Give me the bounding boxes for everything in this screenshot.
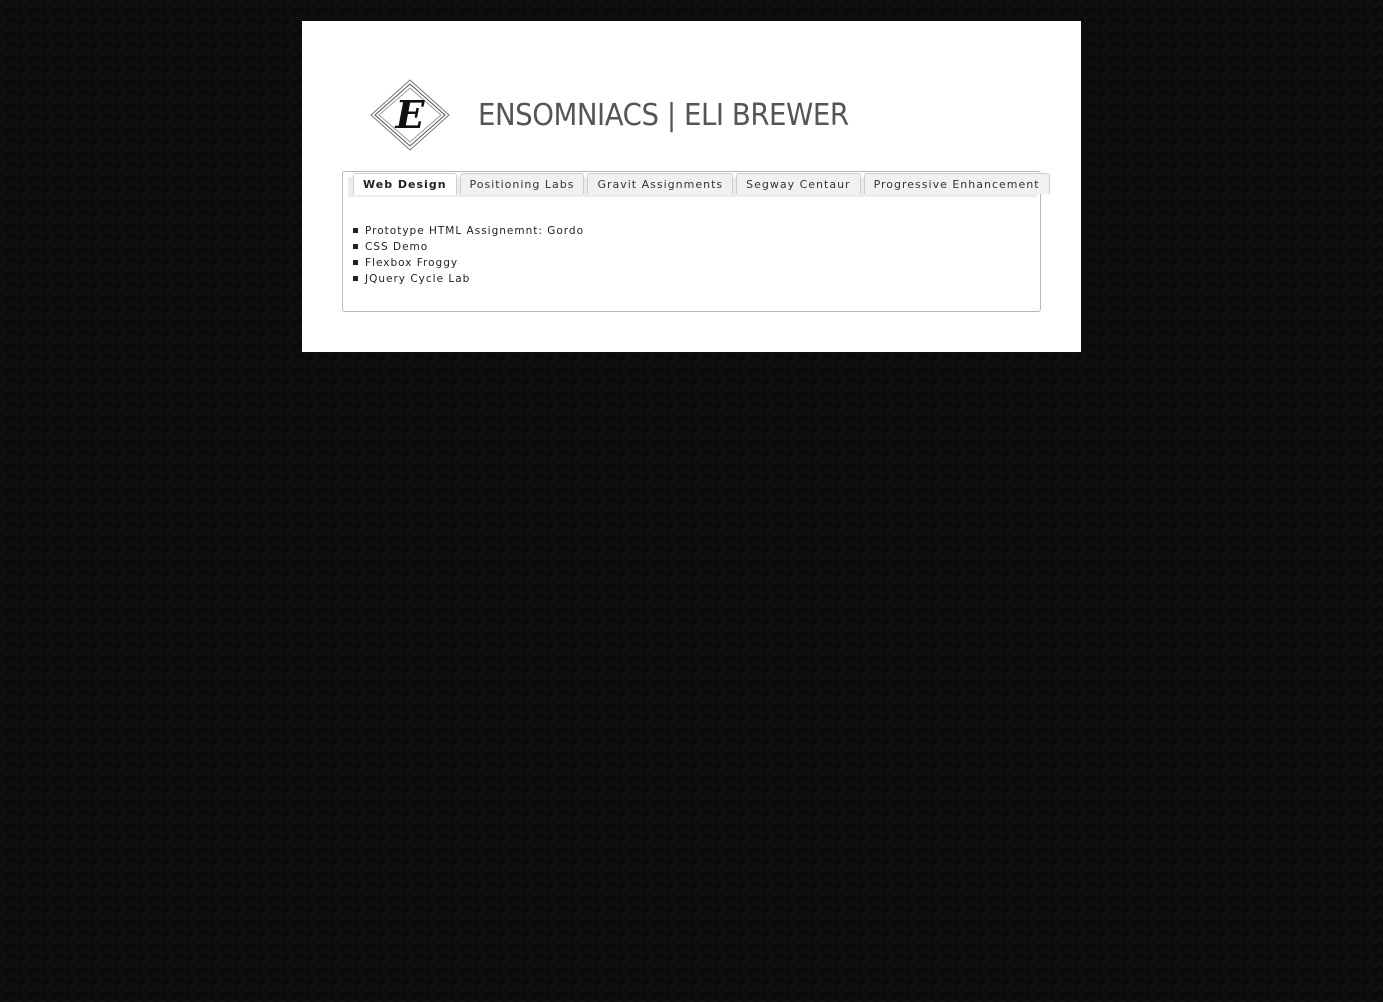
tab-web-design[interactable]: Web Design — [353, 173, 457, 195]
link-css-demo[interactable]: CSS Demo — [365, 241, 428, 253]
site-title: ENSOMNIACS | ELI BREWER — [478, 98, 849, 133]
link-list: Prototype HTML Assignemnt: Gordo CSS Dem… — [353, 223, 584, 287]
list-item: JQuery Cycle Lab — [353, 271, 584, 287]
square-bullet-icon — [353, 228, 358, 233]
list-item: Flexbox Froggy — [353, 255, 584, 271]
logo[interactable]: E — [370, 79, 450, 151]
tab-positioning-labs[interactable]: Positioning Labs — [459, 173, 585, 194]
list-item: CSS Demo — [353, 239, 584, 255]
tab-list: Web Design Positioning Labs Gravit Assig… — [353, 173, 1050, 195]
tab-segway-centaur[interactable]: Segway Centaur — [736, 173, 861, 194]
list-item: Prototype HTML Assignemnt: Gordo — [353, 223, 584, 239]
tab-panel: Web Design Positioning Labs Gravit Assig… — [342, 171, 1050, 312]
diamond-e-monogram-icon: E — [370, 79, 450, 151]
link-jquery-cycle-lab[interactable]: JQuery Cycle Lab — [365, 273, 470, 285]
link-prototype-html[interactable]: Prototype HTML Assignemnt: Gordo — [365, 225, 584, 237]
square-bullet-icon — [353, 276, 358, 281]
square-bullet-icon — [353, 260, 358, 265]
tab-progressive-enhancement[interactable]: Progressive Enhancement — [863, 173, 1050, 194]
tab-strip: Web Design Positioning Labs Gravit Assig… — [348, 173, 1050, 197]
logo-letter: E — [395, 92, 426, 137]
content-card: E ENSOMNIACS | ELI BREWER Web Design Pos… — [302, 21, 1081, 352]
tab-gravit-assignments[interactable]: Gravit Assignments — [587, 173, 734, 194]
square-bullet-icon — [353, 244, 358, 249]
link-flexbox-froggy[interactable]: Flexbox Froggy — [365, 257, 458, 269]
